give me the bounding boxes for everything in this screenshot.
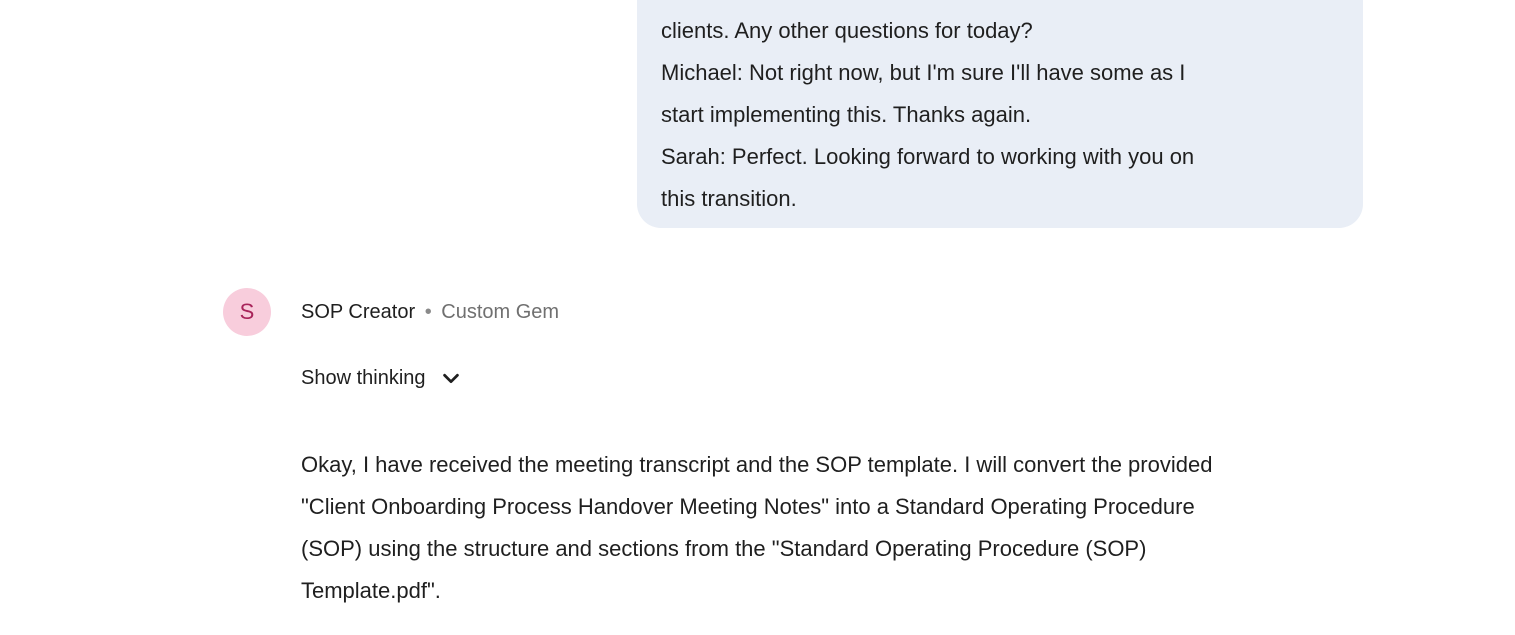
user-message-line: start implementing this. Thanks again. bbox=[661, 102, 1032, 127]
user-message-line: Michael: Not right now, but I'm sure I'l… bbox=[661, 60, 1186, 85]
gem-separator: • bbox=[424, 301, 432, 323]
user-message-bubble: clients. Any other questions for today? … bbox=[637, 0, 1363, 228]
response-line: Template.pdf". bbox=[301, 578, 441, 603]
gem-avatar: S bbox=[223, 288, 271, 336]
gem-header: SOP Creator • Custom Gem bbox=[301, 300, 559, 324]
user-message-line: clients. Any other questions for today? bbox=[661, 18, 1033, 43]
response-line: "Client Onboarding Process Handover Meet… bbox=[301, 494, 1195, 519]
chevron-down-icon bbox=[440, 367, 462, 389]
chat-page: clients. Any other questions for today? … bbox=[0, 0, 1515, 635]
model-response: Okay, I have received the meeting transc… bbox=[301, 444, 1341, 612]
user-message-line: Sarah: Perfect. Looking forward to worki… bbox=[661, 144, 1195, 169]
show-thinking-button[interactable]: Show thinking bbox=[301, 362, 462, 394]
gem-type-label: Custom Gem bbox=[441, 301, 560, 323]
gem-name: SOP Creator bbox=[301, 301, 416, 323]
show-thinking-label: Show thinking bbox=[301, 366, 426, 389]
response-line: (SOP) using the structure and sections f… bbox=[301, 536, 1147, 561]
response-line: Okay, I have received the meeting transc… bbox=[301, 452, 1213, 477]
user-message-line: this transition. bbox=[661, 186, 797, 211]
